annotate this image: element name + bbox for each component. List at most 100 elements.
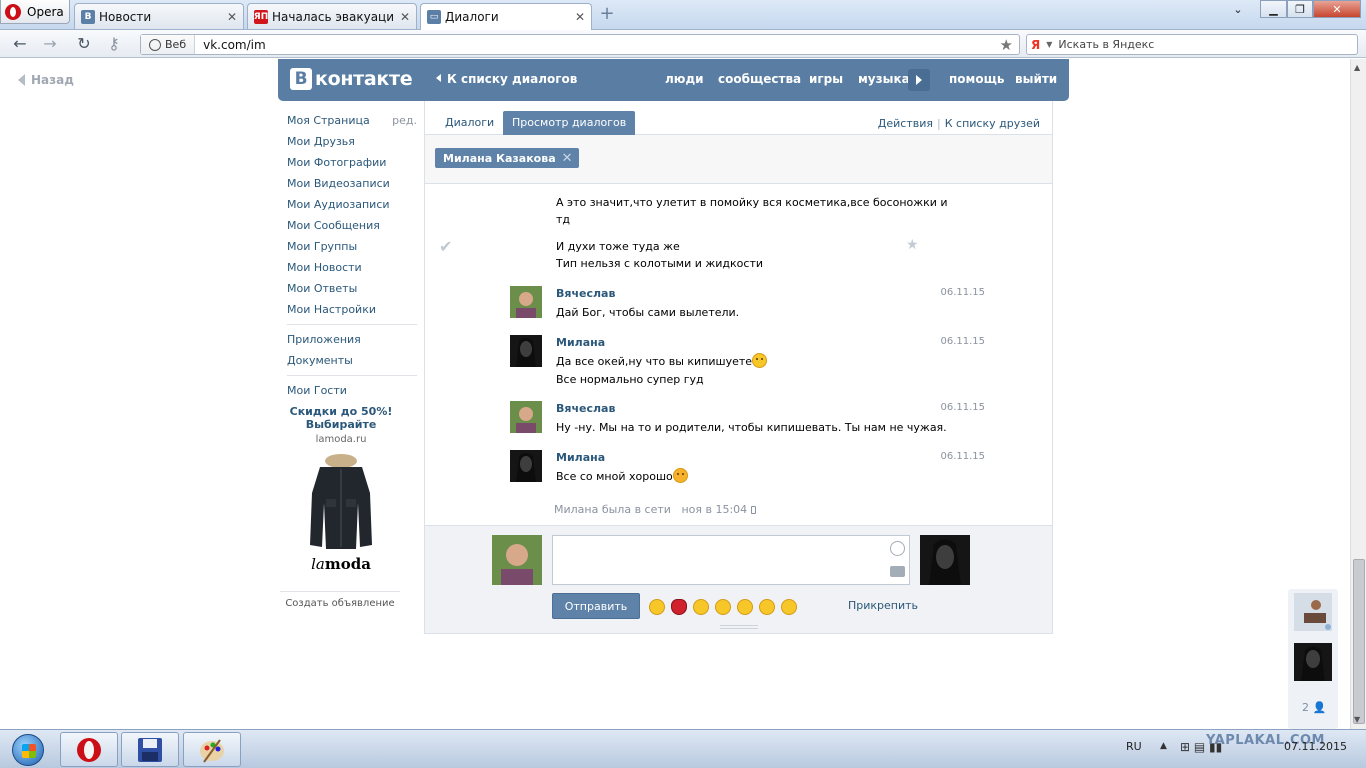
key-icon[interactable]: ⚷ [104, 35, 124, 53]
scroll-down-icon[interactable]: ▼ [1354, 715, 1360, 724]
menu-item[interactable]: Мои Ответы [287, 278, 417, 299]
ad-block[interactable]: Скидки до 50%! Выбирайте lamoda.ru lamod… [283, 405, 399, 573]
page-scrollbar[interactable]: ▲ ▼ [1350, 59, 1366, 729]
nav-logout[interactable]: выйти [1015, 72, 1057, 86]
message-input[interactable] [552, 535, 910, 585]
tab-view-dialogs[interactable]: Просмотр диалогов [503, 111, 636, 135]
menu-item[interactable]: Документы [287, 350, 417, 371]
edit-link[interactable]: ред. [392, 114, 417, 127]
scroll-thumb[interactable] [1353, 559, 1365, 724]
menu-item[interactable]: Мои Группы [287, 236, 417, 257]
scream-emoji-icon[interactable] [759, 599, 775, 615]
menu-item[interactable]: Приложения [287, 329, 417, 350]
nav-people[interactable]: люди [665, 72, 704, 86]
scroll-up-icon[interactable]: ▲ [1354, 63, 1360, 72]
avatar[interactable] [510, 450, 542, 482]
nav-music[interactable]: музыка [858, 72, 910, 86]
start-button[interactable] [3, 732, 53, 768]
smile-icon[interactable] [890, 541, 905, 556]
ad-title-line1[interactable]: Скидки до 50%! [283, 405, 399, 418]
friends-list-link[interactable]: К списку друзей [945, 117, 1040, 130]
online-count[interactable]: 2 👤 [1302, 701, 1326, 714]
menu-item[interactable]: Мои Гости [287, 380, 417, 401]
yaplakal-icon: ЯП [253, 9, 269, 24]
my-avatar[interactable] [492, 535, 542, 585]
close-icon[interactable]: ✕ [400, 10, 410, 24]
back-triangle-icon [18, 74, 25, 86]
remove-peer-close-icon[interactable]: ✕ [562, 151, 573, 166]
blush-emoji-icon[interactable] [715, 599, 731, 615]
message-author[interactable]: Милана [556, 336, 605, 349]
create-ad-link[interactable]: Создать объявление [280, 591, 400, 609]
tray-expand-icon[interactable]: ▲ [1160, 741, 1167, 751]
avatar[interactable] [510, 401, 542, 433]
menu-item[interactable]: Мои Фотографии [287, 152, 417, 173]
search-input[interactable]: Я ▼ Искать в Яндекс [1026, 34, 1358, 55]
bookmark-star-icon[interactable]: ★ [1000, 36, 1019, 54]
tab-list-chevron-icon[interactable]: ⌄ [1230, 0, 1246, 18]
menu-item[interactable]: Мои Друзья [287, 131, 417, 152]
message-author[interactable]: Вячеслав [556, 402, 615, 415]
web-badge[interactable]: Веб [141, 35, 196, 54]
menu-item[interactable]: Мои Сообщения [287, 215, 417, 236]
send-button[interactable]: Отправить [552, 593, 640, 619]
smirk-emoji-icon[interactable] [737, 599, 753, 615]
back-to-dialogs-link[interactable]: К списку диалогов [436, 72, 577, 86]
taskbar-paint[interactable] [183, 732, 241, 767]
message-author[interactable]: Вячеслав [556, 287, 615, 300]
window-close-icon[interactable]: ✕ [1313, 0, 1361, 18]
menu-item[interactable]: Мои Аудиозаписи [287, 194, 417, 215]
opera-menu-button[interactable]: Opera [0, 0, 70, 24]
forward-arrow-icon[interactable]: → [40, 35, 60, 53]
rose-icon[interactable] [671, 599, 687, 615]
online-friend-avatar[interactable] [1294, 643, 1332, 681]
relieved-emoji-icon[interactable] [693, 599, 709, 615]
tab-yaplakal[interactable]: ЯП Началась эвакуация н... ✕ [247, 3, 417, 29]
nav-games[interactable]: игры [809, 72, 843, 86]
camera-icon[interactable] [890, 566, 905, 577]
reload-icon[interactable]: ↻ [74, 35, 94, 53]
nav-communities[interactable]: сообщества [718, 72, 801, 86]
vk-logo[interactable]: В контакте [290, 68, 413, 90]
browser-tab-bar: Opera В Новости ✕ ЯП Началась эвакуация … [0, 0, 1366, 30]
laugh-emoji-icon[interactable] [649, 599, 665, 615]
maximize-icon[interactable]: ❐ [1287, 0, 1313, 18]
nav-help[interactable]: помощь [949, 72, 1004, 86]
peer-chip[interactable]: Милана Казакова ✕ [435, 148, 579, 168]
attach-link[interactable]: Прикрепить [848, 599, 918, 612]
read-check-icon[interactable]: ✔ [439, 237, 452, 256]
tab-dialogs[interactable]: ▭ Диалоги ✕ [420, 3, 592, 30]
online-friend-avatar[interactable] [1294, 593, 1332, 631]
avatar[interactable] [510, 335, 542, 367]
tray-language[interactable]: RU [1126, 740, 1142, 753]
avatar[interactable] [510, 286, 542, 318]
peer-avatar[interactable] [920, 535, 970, 585]
favorite-star-icon[interactable]: ★ [906, 237, 919, 253]
menu-item[interactable]: Мои Видеозаписи [287, 173, 417, 194]
taskbar-save[interactable] [121, 732, 179, 767]
taskbar-opera[interactable] [60, 732, 118, 767]
tab-dialogs[interactable]: Диалоги [436, 111, 503, 135]
chevron-down-icon[interactable]: ▼ [1046, 40, 1052, 49]
back-arrow-icon[interactable]: ← [10, 35, 30, 53]
menu-item[interactable]: Мои Настройки [287, 299, 417, 320]
back-link[interactable]: Назад [18, 73, 74, 87]
url-bar[interactable]: Веб vk.com/im ★ [140, 34, 1020, 55]
music-play-icon[interactable] [908, 69, 930, 91]
new-tab-button[interactable]: + [598, 5, 616, 24]
url-text[interactable]: vk.com/im [195, 38, 999, 52]
menu-item[interactable]: Мои Новости [287, 257, 417, 278]
message-author[interactable]: Милана [556, 451, 605, 464]
opera-icon [77, 737, 101, 762]
minimize-icon[interactable]: ▁ [1260, 0, 1287, 18]
close-icon[interactable]: ✕ [575, 10, 585, 24]
ad-title-line2[interactable]: Выбирайте [283, 418, 399, 431]
smile-emoji-icon[interactable] [781, 599, 797, 615]
close-icon[interactable]: ✕ [227, 10, 237, 24]
actions-link[interactable]: Действия [878, 117, 933, 130]
resize-grip[interactable] [720, 625, 758, 629]
tray-clock[interactable]: 07.11.2015 [1284, 740, 1347, 754]
tab-news[interactable]: В Новости ✕ [74, 3, 244, 29]
menu-item[interactable]: Моя Страница ред. [287, 110, 417, 131]
ad-jacket-image[interactable] [306, 453, 376, 553]
